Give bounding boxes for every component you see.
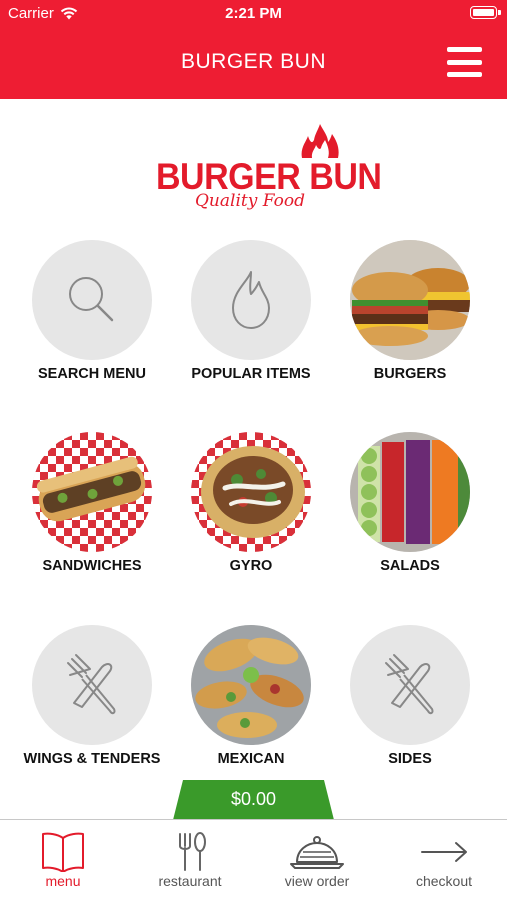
- battery-icon: [470, 6, 497, 19]
- sandwich-illustration: [32, 432, 152, 552]
- cart-total-amount: $0.00: [230, 789, 277, 809]
- category-label: GYRO: [229, 558, 273, 574]
- burgers-illustration: [350, 240, 470, 360]
- open-book-icon: [42, 832, 84, 872]
- gyro-photo[interactable]: [191, 432, 311, 552]
- category-label: WINGS & TENDERS: [23, 751, 161, 767]
- nav-title: BURGER BUN: [180, 50, 327, 73]
- category-label: POPULAR ITEMS: [191, 366, 311, 382]
- fork-knife-icon: [385, 654, 434, 715]
- category-popular-items[interactable]: POPULAR ITEMS: [171, 240, 331, 400]
- category-circle[interactable]: [32, 240, 152, 360]
- salad-photo[interactable]: [350, 432, 470, 552]
- burgers-photo[interactable]: [350, 240, 470, 360]
- category-label: SIDES: [388, 751, 432, 767]
- mexican-illustration: [191, 625, 311, 745]
- arrow-right-icon: [421, 842, 467, 862]
- tab-label: menu: [45, 873, 81, 889]
- category-label: BURGERS: [373, 366, 447, 382]
- hamburger-line: [447, 59, 482, 65]
- tab-view-order[interactable]: view order: [254, 820, 380, 900]
- tab-label: restaurant: [158, 873, 222, 889]
- tab-checkout[interactable]: checkout: [381, 820, 507, 900]
- category-circle[interactable]: [191, 240, 311, 360]
- hamburger-menu-icon[interactable]: [447, 47, 482, 77]
- category-label: SEARCH MENU: [38, 366, 146, 382]
- brand-logo: BURGER BUN Quality Food: [150, 124, 382, 224]
- category-circle[interactable]: [32, 625, 152, 745]
- category-gyro[interactable]: GYRO: [171, 432, 331, 592]
- cloche-icon: [290, 836, 344, 869]
- category-wings-tenders[interactable]: WINGS & TENDERS: [12, 625, 172, 785]
- mexican-photo[interactable]: [191, 625, 311, 745]
- status-time: 2:21 PM: [225, 5, 282, 22]
- fork-spoon-icon: [179, 832, 206, 871]
- category-label: SANDWICHES: [42, 558, 142, 574]
- gyro-illustration: [191, 432, 311, 552]
- category-salads[interactable]: SALADS: [330, 432, 490, 592]
- category-sides[interactable]: SIDES: [330, 625, 490, 785]
- category-circle[interactable]: [350, 625, 470, 745]
- tab-label: checkout: [415, 873, 473, 889]
- bottom-tab-bar: menu restaurant view order checkout: [0, 819, 507, 900]
- status-bar: Carrier 2:21 PM: [0, 0, 507, 26]
- search-icon: [69, 277, 114, 322]
- category-sandwiches[interactable]: SANDWICHES: [12, 432, 172, 592]
- category-search-menu[interactable]: SEARCH MENU: [12, 240, 172, 400]
- nav-bar: BURGER BUN: [0, 26, 507, 99]
- tab-menu[interactable]: menu: [0, 820, 126, 900]
- logo-tagline: Quality Food: [195, 191, 305, 211]
- flame-icon: [232, 271, 270, 329]
- hamburger-line: [447, 72, 482, 77]
- fork-knife-icon: [67, 654, 116, 715]
- hamburger-line: [447, 47, 482, 52]
- logo-flame-icon: [301, 124, 339, 158]
- category-mexican[interactable]: MEXICAN: [171, 625, 331, 785]
- sandwich-photo[interactable]: [32, 432, 152, 552]
- tab-restaurant[interactable]: restaurant: [127, 820, 253, 900]
- salad-illustration: [350, 432, 470, 552]
- category-label: SALADS: [380, 558, 440, 574]
- tab-label: view order: [284, 873, 350, 889]
- category-label: MEXICAN: [217, 751, 285, 767]
- battery-tip: [498, 10, 501, 15]
- cart-total-tab[interactable]: $0.00: [173, 780, 334, 820]
- category-burgers[interactable]: BURGERS: [330, 240, 490, 400]
